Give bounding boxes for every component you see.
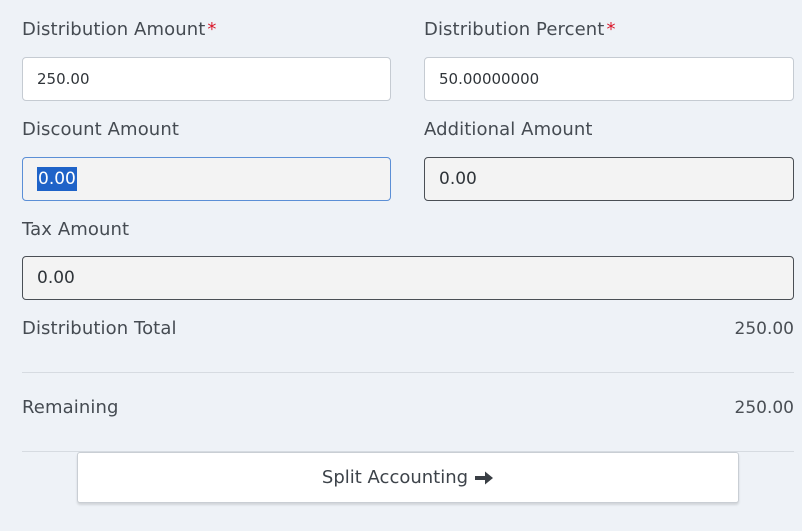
additional-amount-value: 0.00 — [439, 169, 477, 189]
split-accounting-label: Split Accounting — [321, 467, 469, 488]
required-marker: * — [207, 19, 217, 40]
distribution-percent-label-text: Distribution Percent — [424, 19, 605, 40]
summary-divider — [22, 372, 794, 373]
additional-amount-input[interactable]: 0.00 — [424, 157, 794, 201]
distribution-percent-value: 50.00000000 — [439, 70, 540, 88]
distribution-amount-label-text: Distribution Amount — [22, 19, 206, 40]
split-accounting-button[interactable]: Split Accounting — [77, 452, 739, 503]
distribution-percent-label: Distribution Percent * — [424, 19, 616, 40]
discount-amount-value: 0.00 — [37, 167, 77, 191]
arrow-right-icon — [474, 470, 494, 486]
tax-amount-label: Tax Amount — [22, 219, 130, 240]
distribution-total-value: 250.00 — [734, 319, 794, 339]
distribution-amount-label: Distribution Amount * — [22, 19, 216, 40]
discount-amount-input[interactable]: 0.00 — [22, 157, 391, 201]
remaining-label: Remaining — [22, 397, 119, 418]
distribution-percent-input[interactable]: 50.00000000 — [424, 57, 794, 101]
tax-amount-value: 0.00 — [37, 268, 75, 288]
remaining-value: 250.00 — [734, 398, 794, 418]
tax-amount-input[interactable]: 0.00 — [22, 256, 794, 300]
discount-amount-label: Discount Amount — [22, 119, 179, 140]
distribution-amount-input[interactable]: 250.00 — [22, 57, 391, 101]
distribution-amount-value: 250.00 — [37, 70, 90, 88]
distribution-form: Distribution Amount * 250.00 Distribution… — [0, 0, 802, 531]
required-marker: * — [606, 19, 616, 40]
distribution-total-label: Distribution Total — [22, 318, 177, 339]
additional-amount-label: Additional Amount — [424, 119, 593, 140]
